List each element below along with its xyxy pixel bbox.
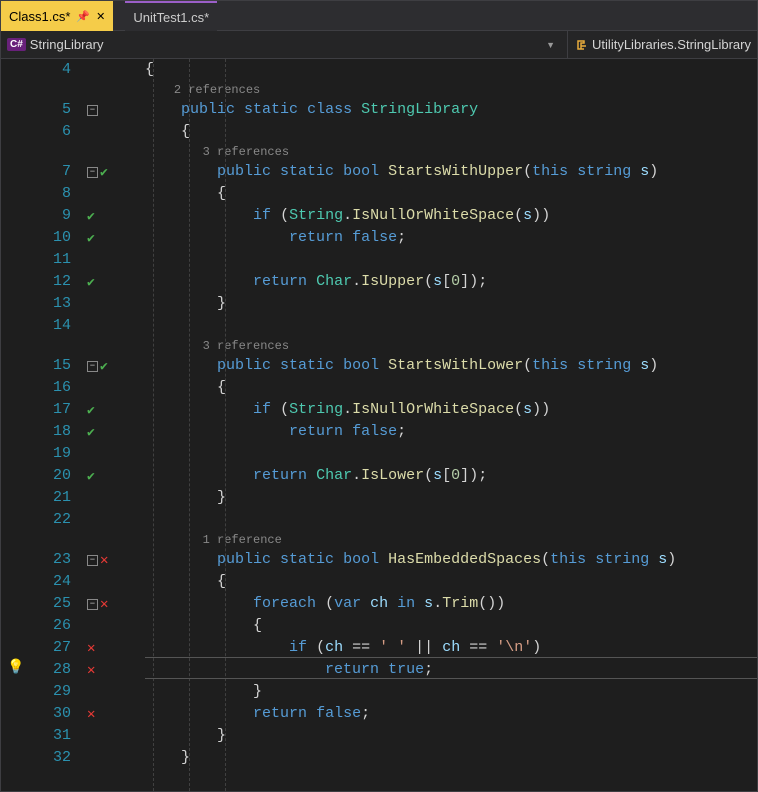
test-pass-icon: ✔ bbox=[87, 425, 95, 440]
codelens[interactable]: 3 references bbox=[145, 143, 757, 161]
tab-unittest1[interactable]: UnitTest1.cs* bbox=[125, 1, 217, 31]
code-area[interactable]: { 2 references public static class Strin… bbox=[145, 59, 757, 791]
test-fail-icon: ✕ bbox=[100, 596, 108, 613]
codelens[interactable]: 3 references bbox=[145, 337, 757, 355]
test-pass-icon: ✔ bbox=[87, 275, 95, 290]
test-pass-icon: ✔ bbox=[100, 165, 108, 180]
breadcrumb-label: UtilityLibraries.StringLibrary bbox=[592, 37, 751, 52]
tab-bar: Class1.cs* 📌 ✕ UnitTest1.cs* bbox=[1, 1, 757, 31]
line-number-gutter: 4 5 6 7 8 9 10 11 12 13 14 15 16 17 18 1… bbox=[1, 59, 85, 791]
chevron-down-icon: ▼ bbox=[546, 40, 555, 50]
tab-class1[interactable]: Class1.cs* 📌 ✕ bbox=[1, 1, 113, 31]
codelens[interactable]: 2 references bbox=[145, 81, 757, 99]
fold-icon[interactable]: − bbox=[87, 167, 98, 178]
breadcrumb-label: StringLibrary bbox=[30, 37, 104, 52]
breadcrumb: C# StringLibrary ▼ UtilityLibraries.Stri… bbox=[1, 31, 757, 59]
fold-icon[interactable]: − bbox=[87, 599, 98, 610]
fold-icon[interactable]: − bbox=[87, 555, 98, 566]
test-fail-icon: ✕ bbox=[100, 552, 108, 569]
breadcrumb-class[interactable]: UtilityLibraries.StringLibrary bbox=[568, 31, 757, 58]
close-icon[interactable]: ✕ bbox=[96, 10, 105, 23]
codelens[interactable]: 1 reference bbox=[145, 531, 757, 549]
test-pass-icon: ✔ bbox=[87, 231, 95, 246]
test-fail-icon: ✕ bbox=[87, 706, 95, 723]
test-fail-icon: ✕ bbox=[87, 662, 95, 679]
csharp-icon: C# bbox=[7, 38, 26, 51]
test-pass-icon: ✔ bbox=[87, 209, 95, 224]
fold-icon[interactable]: − bbox=[87, 105, 98, 116]
marker-gutter: − −✔ ✔ ✔ ✔ −✔ ✔ ✔ ✔ −✕ −✕ ✕ ✕ ✕ bbox=[85, 59, 145, 791]
class-icon bbox=[574, 38, 588, 52]
tab-label: UnitTest1.cs* bbox=[133, 10, 209, 25]
code-editor[interactable]: 4 5 6 7 8 9 10 11 12 13 14 15 16 17 18 1… bbox=[1, 59, 757, 791]
test-fail-icon: ✕ bbox=[87, 640, 95, 657]
breadcrumb-namespace[interactable]: C# StringLibrary ▼ bbox=[1, 31, 568, 58]
lightbulb-icon[interactable]: 💡 bbox=[7, 659, 21, 676]
test-pass-icon: ✔ bbox=[87, 403, 95, 418]
pin-icon[interactable]: 📌 bbox=[76, 10, 90, 23]
fold-icon[interactable]: − bbox=[87, 361, 98, 372]
test-pass-icon: ✔ bbox=[100, 359, 108, 374]
tab-label: Class1.cs* bbox=[9, 9, 70, 24]
test-pass-icon: ✔ bbox=[87, 469, 95, 484]
